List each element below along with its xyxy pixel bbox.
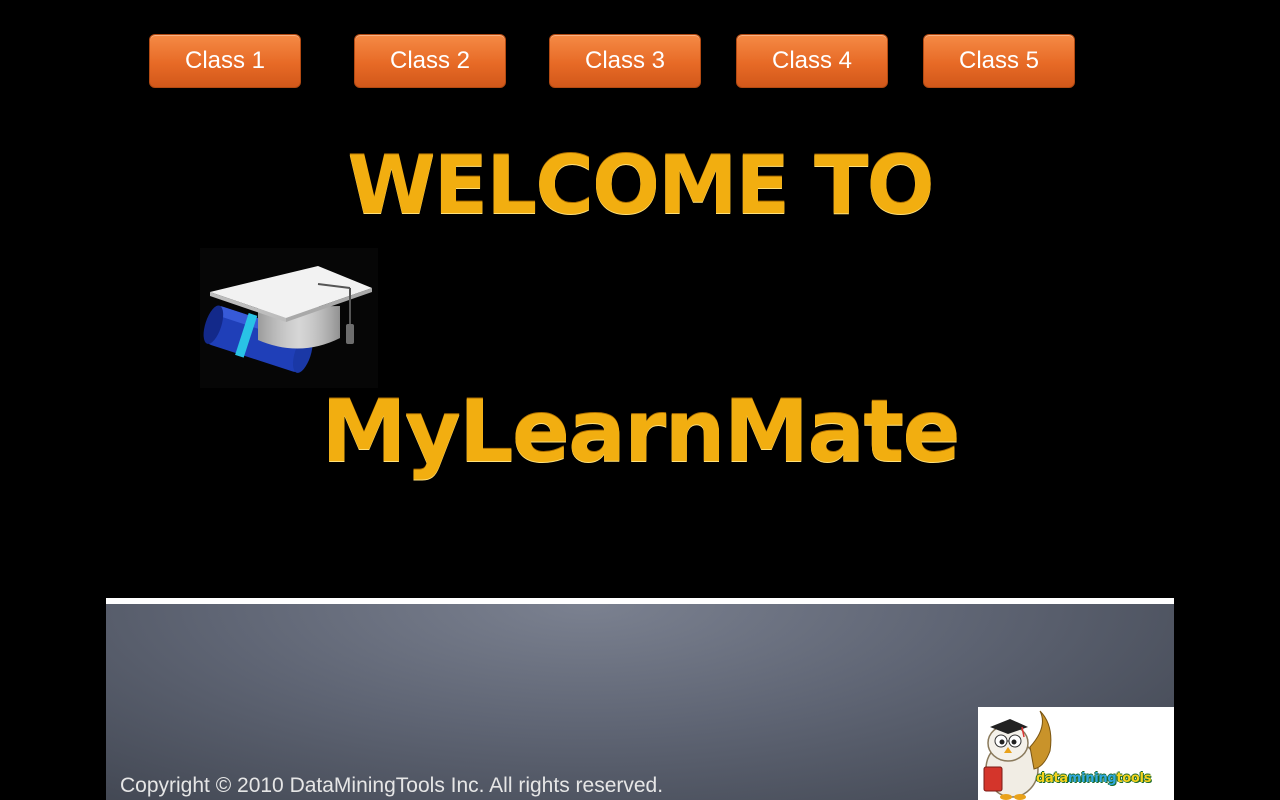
logo-prefix: data: [1036, 771, 1068, 786]
owl-mascot-icon: [983, 710, 1052, 800]
copyright-text: Copyright © 2010 DataMiningTools Inc. Al…: [120, 774, 664, 797]
logo-wordmark: dataminingtools: [1036, 771, 1151, 786]
class-4-button[interactable]: Class 4: [736, 34, 888, 88]
graduation-cap-icon: [200, 248, 378, 388]
class-1-button[interactable]: Class 1: [149, 34, 301, 88]
class-1-label: Class 1: [184, 47, 266, 74]
brand-heading-wrap: MyLearnMate: [0, 382, 1280, 482]
datamining-tools-logo: dataminingtools: [978, 707, 1174, 800]
brand-heading: MyLearnMate: [321, 382, 960, 482]
class-5-button[interactable]: Class 5: [923, 34, 1075, 88]
logo-accent: mining: [1067, 771, 1117, 786]
class-2-label: Class 2: [389, 47, 471, 74]
class-3-label: Class 3: [584, 47, 666, 74]
class-5-label: Class 5: [958, 47, 1040, 74]
welcome-reflection: WELCOME TO: [0, 226, 1280, 276]
welcome-heading-wrap: WELCOME TO: [0, 140, 1280, 232]
class-3-button[interactable]: Class 3: [549, 34, 701, 88]
class-4-label: Class 4: [771, 47, 853, 74]
class-2-button[interactable]: Class 2: [354, 34, 506, 88]
welcome-heading: WELCOME TO: [347, 139, 934, 232]
logo-suffix: tools: [1116, 771, 1152, 786]
